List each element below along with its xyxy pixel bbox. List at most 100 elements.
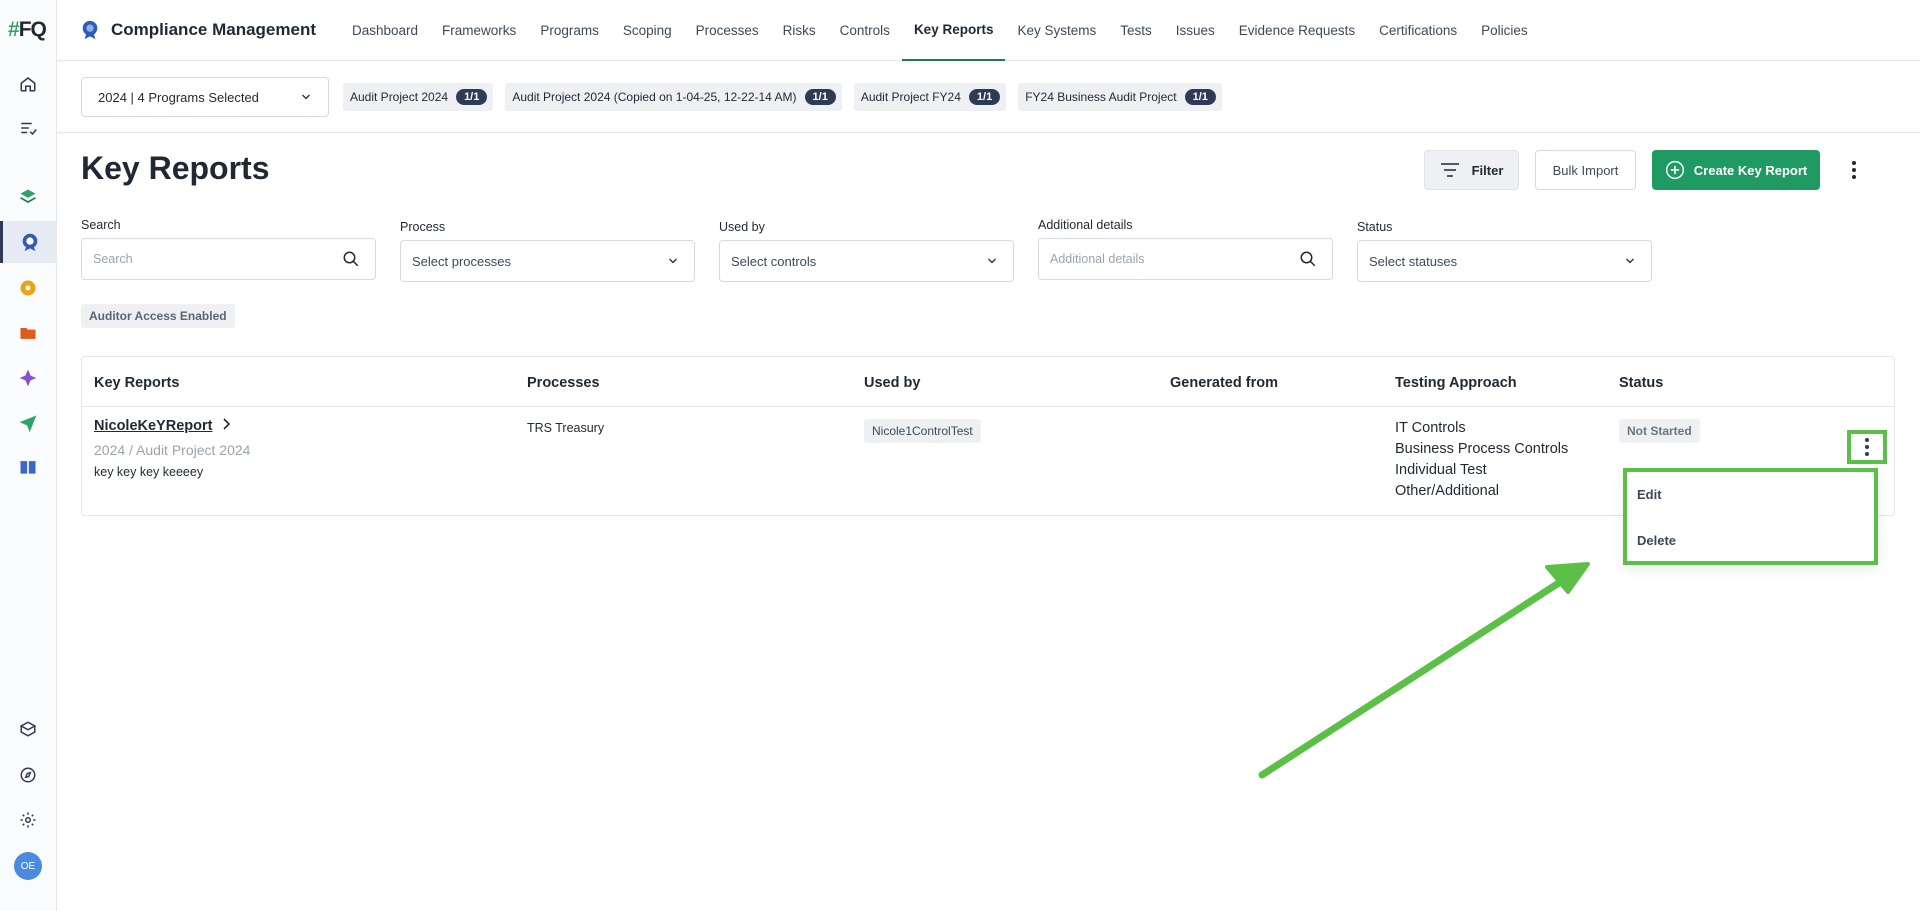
search-placeholder: Search	[93, 252, 133, 266]
nav-item-processes[interactable]: Processes	[684, 0, 771, 61]
list-check-icon[interactable]	[14, 114, 42, 142]
kebab-menu-icon	[1865, 438, 1869, 456]
testing-approach-item: Business Process Controls	[1395, 441, 1569, 457]
row-actions-button[interactable]	[1847, 430, 1887, 464]
testing-approach-item: Individual Test	[1395, 462, 1487, 478]
report-name[interactable]: NicoleKeYReport	[94, 418, 212, 434]
used-by-select-value: Select controls	[731, 253, 817, 269]
nav-item-evidence-requests[interactable]: Evidence Requests	[1227, 0, 1367, 61]
app-title: Compliance Management	[79, 19, 316, 41]
nav-item-key-systems[interactable]: Key Systems	[1005, 0, 1108, 61]
col-header-processes: Processes	[527, 375, 600, 391]
compliance-badge-icon	[82, 20, 98, 40]
col-header-status: Status	[1619, 375, 1664, 391]
chevron-right-icon	[223, 418, 231, 430]
nav-item-certifications[interactable]: Certifications	[1367, 0, 1469, 61]
used-by-filter: Used by Select controls	[719, 220, 1014, 282]
programs-bar: 2024 | 4 Programs Selected Audit Project…	[57, 62, 1920, 133]
nav-item-key-reports[interactable]: Key Reports	[901, 0, 1006, 61]
used-by-tag[interactable]: Nicole1ControlTest	[864, 419, 981, 443]
nav-item-controls[interactable]: Controls	[828, 0, 902, 61]
layers-icon[interactable]	[14, 183, 42, 211]
box-icon[interactable]	[14, 715, 42, 743]
process-filter: Process Select processes	[400, 220, 695, 282]
star-icon[interactable]	[14, 364, 42, 392]
compass-icon[interactable]	[14, 761, 42, 789]
report-path: 2024 / Audit Project 2024	[94, 442, 251, 458]
app-title-text: Compliance Management	[111, 20, 316, 39]
more-options-icon[interactable]	[1840, 150, 1868, 190]
additional-details-input[interactable]: Additional details	[1038, 238, 1333, 280]
bulk-import-label: Bulk Import	[1552, 162, 1619, 178]
search-icon[interactable]	[1299, 250, 1317, 268]
shield-badge-icon[interactable]	[0, 221, 57, 263]
testing-approach-item: Other/Additional	[1395, 483, 1499, 499]
additional-details-label: Additional details	[1038, 218, 1133, 232]
search-filter: Search Search	[81, 218, 376, 280]
additional-details-placeholder: Additional details	[1050, 252, 1145, 266]
home-icon[interactable]	[14, 70, 42, 98]
menu-item-delete[interactable]: Delete	[1637, 533, 1676, 548]
status-cell: Not Started	[1619, 419, 1700, 443]
search-label: Search	[81, 218, 121, 232]
avatar[interactable]: OE	[14, 852, 42, 880]
report-name-link[interactable]: NicoleKeYReport	[94, 418, 232, 434]
send-icon[interactable]	[14, 409, 42, 437]
col-header-generated-from: Generated from	[1170, 375, 1278, 391]
used-by-select[interactable]: Select controls	[719, 240, 1014, 282]
bulk-import-button[interactable]: Bulk Import	[1535, 150, 1636, 190]
used-by-cell: Nicole1ControlTest	[864, 419, 981, 443]
status-badge: Not Started	[1619, 419, 1700, 443]
col-header-testing-approach: Testing Approach	[1395, 375, 1517, 391]
page-title: Key Reports	[81, 150, 270, 186]
program-chip-count: 1/1	[1184, 89, 1216, 105]
program-chip-count: 1/1	[968, 89, 1001, 105]
status-select[interactable]: Select statuses	[1357, 240, 1652, 282]
nav-item-tests[interactable]: Tests	[1108, 0, 1164, 61]
program-chip[interactable]: Audit Project 2024 1/1	[343, 83, 494, 111]
chevron-down-icon	[302, 94, 310, 100]
nav-item-policies[interactable]: Policies	[1469, 0, 1540, 61]
process-cell: TRS Treasury	[527, 421, 605, 435]
process-select-value: Select processes	[412, 253, 511, 269]
search-input[interactable]: Search	[81, 238, 376, 280]
folder-icon[interactable]	[14, 319, 42, 347]
col-header-used-by: Used by	[864, 375, 921, 391]
program-chip-count: 1/1	[804, 89, 836, 105]
nav-item-scoping[interactable]: Scoping	[611, 0, 684, 61]
col-header-key-reports: Key Reports	[94, 375, 180, 391]
program-chip[interactable]: FY24 Business Audit Project 1/1	[1018, 83, 1222, 111]
nav-items: Dashboard Frameworks Programs Scoping Proces…	[340, 0, 1540, 61]
program-chips: Audit Project 2024 1/1 Audit Project 2024 …	[343, 83, 1234, 111]
program-chip[interactable]: Audit Project 2024 (Copied on 1-04-25, 1…	[505, 83, 842, 111]
plus-circle-icon	[1665, 160, 1684, 180]
nav-item-programs[interactable]: Programs	[528, 0, 611, 61]
nav-item-dashboard[interactable]: Dashboard	[340, 0, 430, 61]
chevron-down-icon	[988, 258, 996, 264]
chevron-down-icon	[669, 258, 677, 264]
process-select[interactable]: Select processes	[400, 240, 695, 282]
search-icon[interactable]	[342, 250, 360, 268]
program-selector-value: 2024 | 4 Programs Selected	[98, 89, 259, 105]
row-actions-menu: Edit Delete	[1623, 468, 1878, 565]
book-icon[interactable]	[14, 453, 42, 481]
filter-button[interactable]: Filter	[1424, 150, 1519, 190]
menu-item-edit[interactable]: Edit	[1637, 487, 1662, 502]
nav-item-risks[interactable]: Risks	[771, 0, 828, 61]
top-navigation: Compliance Management Dashboard Framework…	[57, 0, 1920, 61]
header-divider	[82, 406, 1894, 407]
nav-item-issues[interactable]: Issues	[1164, 0, 1227, 61]
report-description: key key key keeeey	[94, 465, 204, 479]
tag-icon[interactable]	[14, 274, 42, 302]
program-chip[interactable]: Audit Project FY24 1/1	[853, 83, 1007, 111]
gear-icon[interactable]	[14, 806, 42, 834]
process-label: Process	[400, 220, 446, 234]
testing-approach-cell: IT Controls Business Process Controls In…	[1395, 418, 1568, 502]
app-logo[interactable]: #FQ	[8, 18, 47, 42]
status-filter: Status Select statuses	[1357, 220, 1652, 282]
create-key-report-button[interactable]: Create Key Report	[1652, 150, 1820, 190]
program-chip-label: Audit Project FY24	[860, 90, 961, 104]
program-selector[interactable]: 2024 | 4 Programs Selected	[81, 77, 329, 117]
nav-item-frameworks[interactable]: Frameworks	[430, 0, 528, 61]
used-by-label: Used by	[719, 220, 765, 234]
